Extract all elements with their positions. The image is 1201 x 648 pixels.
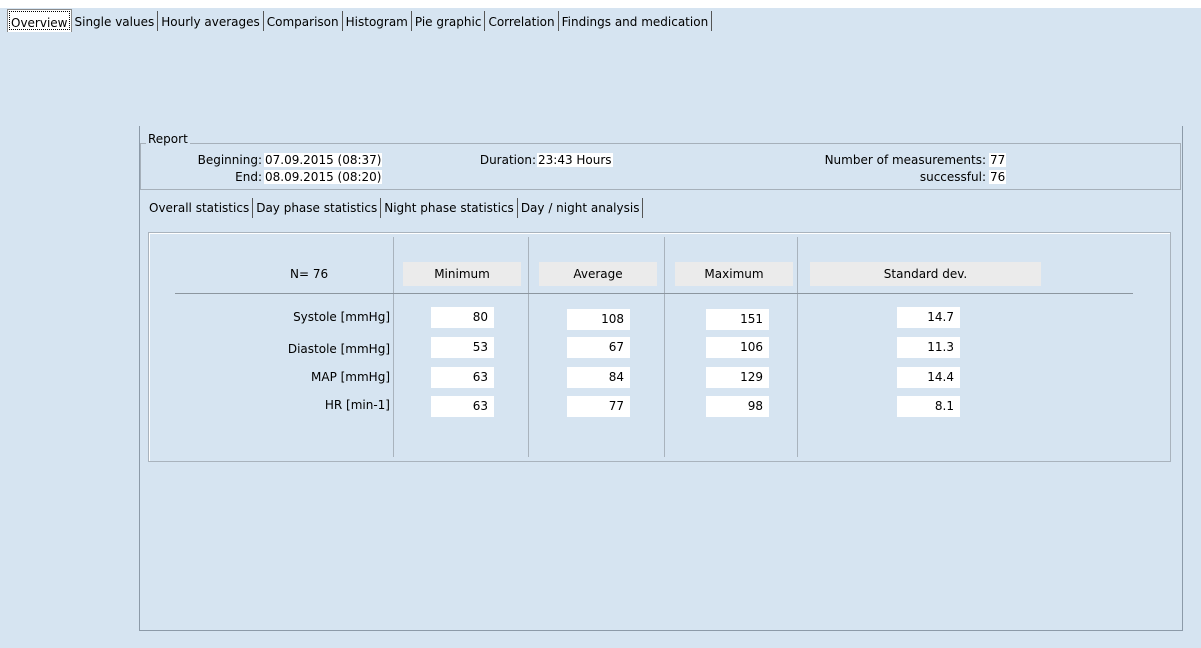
tab-hourly-averages[interactable]: Hourly averages: [158, 11, 264, 31]
hr-average: 77: [567, 396, 630, 417]
tab-overview[interactable]: Overview: [7, 9, 72, 32]
column-divider: [528, 237, 529, 457]
hr-minimum: 63: [431, 396, 494, 417]
tab-histogram[interactable]: Histogram: [343, 11, 412, 31]
duration-label: Duration:: [479, 153, 536, 167]
map-standard-dev: 14.4: [897, 367, 960, 388]
end-value: 08.09.2015 (08:20): [264, 170, 383, 184]
hr-standard-dev: 8.1: [897, 396, 960, 417]
column-header-maximum: Maximum: [675, 262, 793, 286]
row-label-map: MAP [mmHg]: [311, 370, 390, 384]
tab-comparison[interactable]: Comparison: [264, 11, 343, 31]
systole-average: 108: [567, 309, 630, 330]
column-divider: [393, 237, 394, 457]
successful-value: 76: [989, 170, 1007, 184]
row-label-systole: Systole [mmHg]: [293, 310, 390, 324]
num-measurements-value: 77: [989, 153, 1007, 167]
tab-overall-statistics[interactable]: Overall statistics: [146, 198, 254, 218]
diastole-minimum: 53: [431, 337, 494, 358]
map-minimum: 63: [431, 367, 494, 388]
row-label-hr: HR [min-1]: [324, 398, 390, 412]
num-measurements-label: Number of measurements:: [824, 153, 986, 167]
beginning-label: Beginning:: [197, 153, 262, 167]
column-divider: [664, 237, 665, 457]
tab-day-night-analysis[interactable]: Day / night analysis: [518, 198, 644, 218]
column-header-standard-dev: Standard dev.: [810, 262, 1041, 286]
main-tab-bar: Overview Single values Hourly averages C…: [7, 9, 713, 33]
diastole-average: 67: [567, 337, 630, 358]
end-label: End:: [235, 170, 262, 184]
column-header-average: Average: [539, 262, 657, 286]
duration-value: 23:43 Hours: [537, 153, 613, 167]
systole-standard-dev: 14.7: [897, 307, 960, 328]
map-maximum: 129: [706, 367, 769, 388]
tab-night-phase-statistics[interactable]: Night phase statistics: [381, 198, 518, 218]
sample-count-label: N= 76: [290, 267, 329, 281]
report-legend: Report: [146, 132, 190, 146]
systole-minimum: 80: [431, 307, 494, 328]
tab-correlation[interactable]: Correlation: [485, 11, 559, 31]
column-divider: [797, 237, 798, 457]
map-average: 84: [567, 367, 630, 388]
hr-maximum: 98: [706, 396, 769, 417]
tab-day-phase-statistics[interactable]: Day phase statistics: [253, 198, 382, 218]
column-header-minimum: Minimum: [403, 262, 521, 286]
systole-maximum: 151: [706, 309, 769, 330]
tab-single-values[interactable]: Single values: [72, 11, 159, 31]
tab-pie-graphic[interactable]: Pie graphic: [412, 11, 486, 31]
beginning-value: 07.09.2015 (08:37): [264, 153, 383, 167]
diastole-standard-dev: 11.3: [897, 337, 960, 358]
statistics-tab-bar: Overall statistics Day phase statistics …: [146, 198, 644, 220]
tab-findings-and-medication[interactable]: Findings and medication: [559, 11, 713, 31]
successful-label: successful:: [919, 170, 986, 184]
diastole-maximum: 106: [706, 337, 769, 358]
header-separator: [175, 293, 1133, 294]
row-label-diastole: Diastole [mmHg]: [287, 342, 390, 356]
